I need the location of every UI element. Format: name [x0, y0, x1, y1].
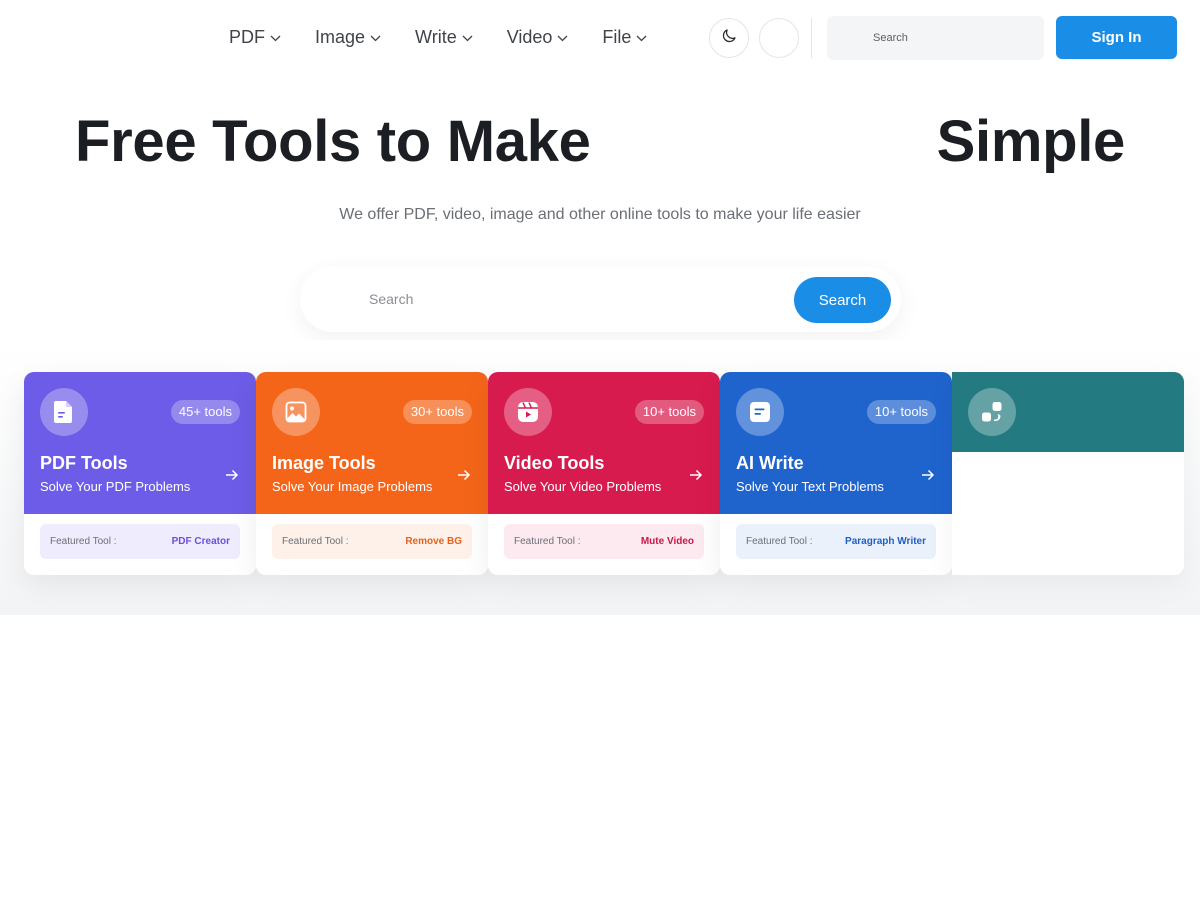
hero-search-button[interactable]: Search: [794, 277, 891, 323]
chevron-down-icon: [270, 35, 281, 42]
pdf-file-icon: [40, 388, 88, 436]
card-description: Solve Your PDF Problems: [40, 479, 191, 494]
nav-item-video[interactable]: Video: [507, 26, 569, 48]
card-description: Solve Your Image Problems: [272, 479, 433, 494]
top-header: PDF Image Write Video File Search Sign I…: [0, 0, 1200, 75]
card-title: Image Tools: [272, 453, 376, 473]
nav-item-pdf[interactable]: PDF: [229, 26, 281, 48]
nav-item-label: PDF: [229, 26, 265, 47]
featured-tool-link[interactable]: PDF Creator: [172, 536, 230, 547]
header-search-input[interactable]: Search: [827, 16, 1044, 60]
tool-count-badge: 45+ tools: [170, 400, 240, 424]
tool-card-ai-write[interactable]: 10+ tools AI Write Solve Your Text Probl…: [720, 372, 952, 575]
hero-subtitle: We offer PDF, video, image and other onl…: [339, 206, 861, 223]
document-text-icon: [736, 388, 784, 436]
card-title: PDF Tools: [40, 453, 128, 473]
chevron-down-icon: [462, 35, 473, 42]
card-description: Solve Your Video Problems: [504, 479, 662, 494]
chevron-down-icon: [557, 35, 568, 42]
nav-item-label: Video: [506, 26, 553, 47]
hero-search-input[interactable]: Search: [369, 291, 413, 307]
featured-tool-link[interactable]: Remove BG: [405, 536, 462, 547]
arrow-right-icon: [689, 468, 703, 486]
hero-search-bar: Search Search: [300, 267, 901, 332]
arrow-right-icon: [457, 468, 471, 486]
featured-tool[interactable]: Featured Tool : Mute Video: [504, 524, 704, 559]
featured-tool[interactable]: Featured Tool : Remove BG: [272, 524, 472, 559]
moon-icon: [720, 27, 738, 50]
nav-item-label: Write: [415, 26, 457, 47]
chevron-down-icon: [370, 35, 381, 42]
hero-title-left: Free Tools to Make: [75, 109, 591, 174]
card-title: Video Tools: [504, 453, 605, 473]
card-header: 30+ tools Image Tools Solve Your Image P…: [256, 372, 488, 514]
header-search-placeholder: Search: [873, 32, 908, 44]
nav-item-write[interactable]: Write: [415, 26, 473, 48]
featured-tool[interactable]: Featured Tool : PDF Creator: [40, 524, 240, 559]
nav-item-file[interactable]: File: [602, 26, 647, 48]
tool-count-badge: 10+ tools: [866, 400, 936, 424]
nav-item-label: File: [602, 26, 632, 47]
arrow-right-icon: [921, 468, 935, 486]
language-button[interactable]: [759, 18, 799, 58]
featured-tool-label: Featured Tool :: [514, 536, 581, 547]
featured-tool-link[interactable]: Mute Video: [641, 536, 694, 547]
chevron-down-icon: [636, 35, 647, 42]
hero-title-right: Simple: [936, 109, 1126, 174]
featured-tool-label: Featured Tool :: [282, 536, 349, 547]
card-title: AI Write: [736, 453, 804, 473]
video-icon: [504, 388, 552, 436]
image-icon: [272, 388, 320, 436]
card-description: Solve Your Text Problems: [736, 479, 884, 494]
dark-mode-toggle[interactable]: [709, 18, 749, 58]
featured-tool-link[interactable]: Paragraph Writer: [845, 536, 926, 547]
card-header: 10+ tools AI Write Solve Your Text Probl…: [720, 372, 952, 514]
tool-count-badge: 10+ tools: [634, 400, 704, 424]
sign-in-button[interactable]: Sign In: [1056, 16, 1177, 59]
nav-item-image[interactable]: Image: [315, 26, 381, 48]
card-header: [952, 372, 1184, 452]
card-header: 45+ tools PDF Tools Solve Your PDF Probl…: [24, 372, 256, 514]
tool-count-badge: 30+ tools: [402, 400, 472, 424]
main-nav: PDF Image Write Video File: [229, 26, 681, 48]
tool-card-pdf[interactable]: 45+ tools PDF Tools Solve Your PDF Probl…: [24, 372, 256, 575]
shapes-icon: [968, 388, 1016, 436]
featured-tool[interactable]: Featured Tool : Paragraph Writer: [736, 524, 936, 559]
nav-item-label: Image: [315, 26, 366, 47]
card-header: 10+ tools Video Tools Solve Your Video P…: [488, 372, 720, 514]
tool-card-file[interactable]: [952, 372, 1184, 575]
featured-tool-label: Featured Tool :: [746, 536, 813, 547]
tool-card-video[interactable]: 10+ tools Video Tools Solve Your Video P…: [488, 372, 720, 575]
featured-tool-label: Featured Tool :: [50, 536, 117, 547]
tool-card-image[interactable]: 30+ tools Image Tools Solve Your Image P…: [256, 372, 488, 575]
header-divider: [811, 18, 812, 58]
arrow-right-icon: [225, 468, 239, 486]
